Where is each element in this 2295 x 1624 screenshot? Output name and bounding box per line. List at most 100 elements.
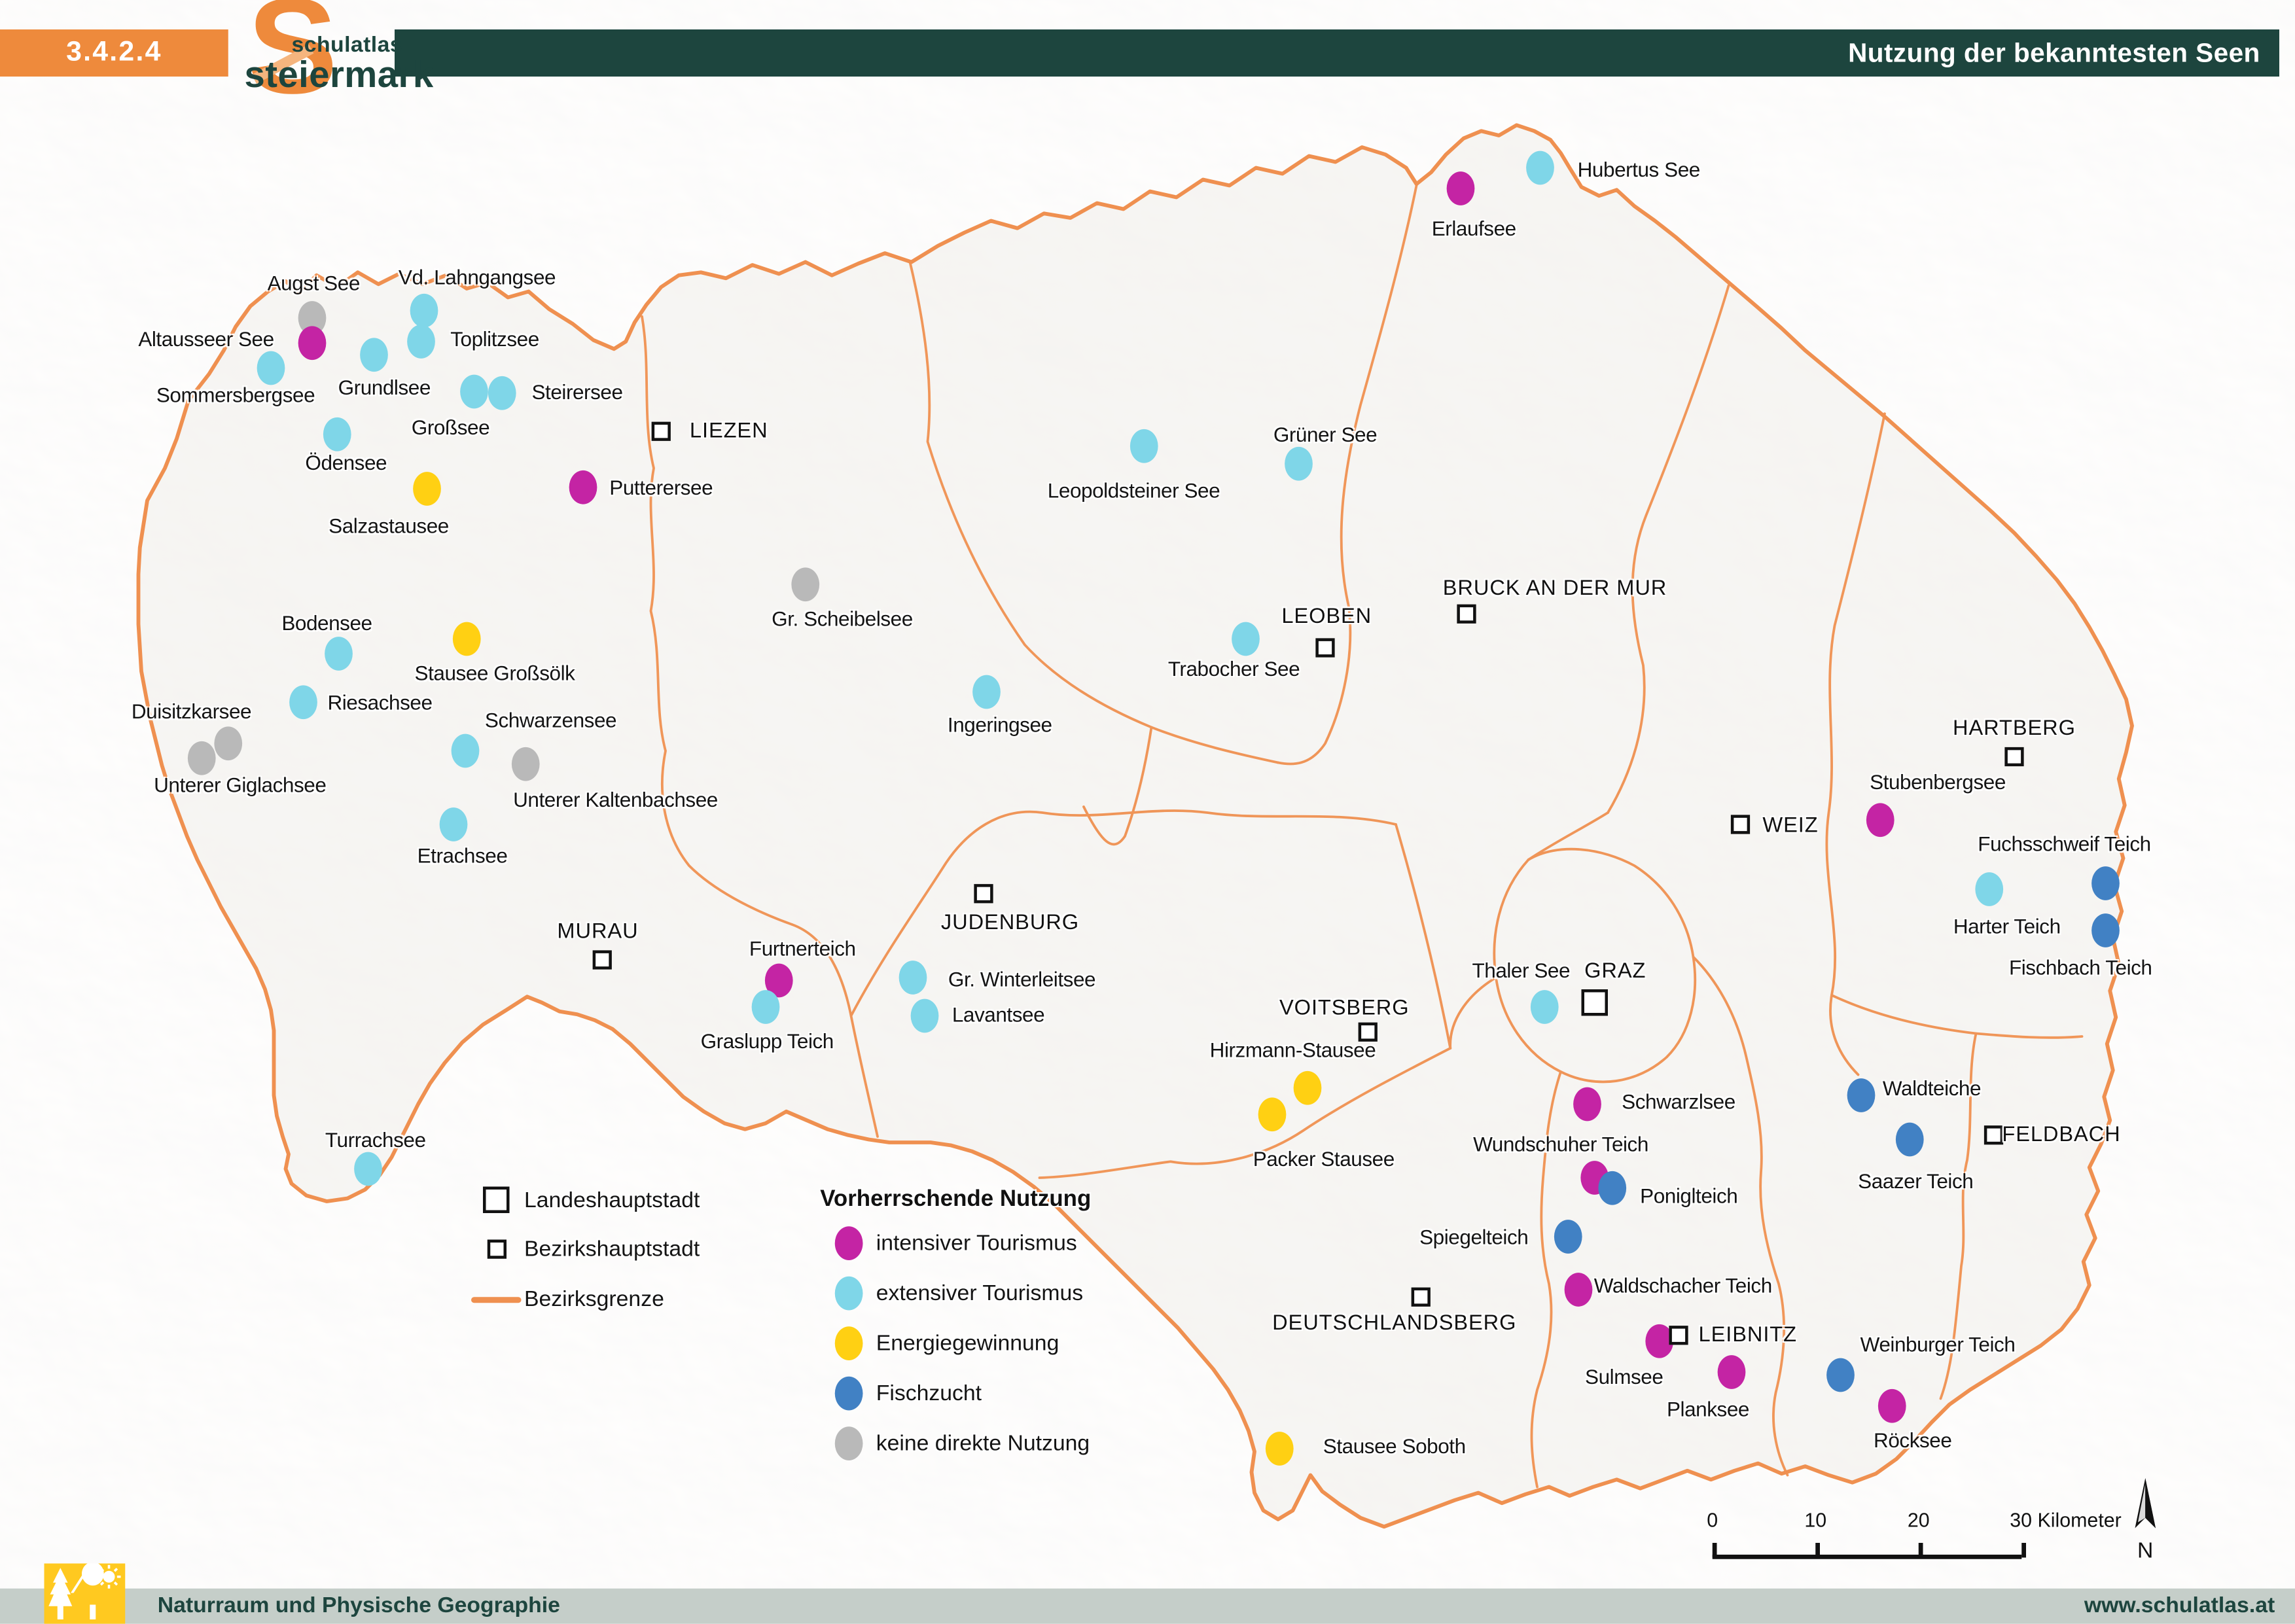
lake-dot-keine[interactable]: [214, 726, 242, 760]
lake-label: Stubenbergsee: [1870, 770, 2006, 794]
lake-dot-extensiv[interactable]: [1285, 447, 1313, 481]
lake-dot-extensiv[interactable]: [360, 338, 388, 372]
scale-bar-line: [1713, 1555, 2022, 1559]
lake-dot-extensiv[interactable]: [289, 685, 317, 719]
lake-dot-extensiv[interactable]: [323, 417, 351, 451]
scale-bar-tick: [1815, 1543, 1819, 1558]
lake-label: Grüner See: [1273, 423, 1377, 446]
legend-item-label: Bezirksgrenze: [524, 1287, 664, 1312]
lake-label: Turrachsee: [325, 1128, 426, 1152]
lake-label: Salzastausee: [329, 514, 449, 537]
lake-label: Poniglteich: [1640, 1184, 1737, 1207]
lake-label: Sulmsee: [1585, 1365, 1663, 1388]
lake-label: Lavantsee: [952, 1002, 1044, 1026]
lake-label: Ödensee: [305, 451, 387, 474]
lake-dot-keine[interactable]: [512, 747, 540, 781]
lake-dot-fisch[interactable]: [1554, 1220, 1582, 1254]
lake-dot-extensiv[interactable]: [325, 637, 353, 671]
atlas-page: 3.4.2.4 Nutzung der bekanntesten Seen S …: [0, 0, 2295, 1624]
lake-dot-energie[interactable]: [1258, 1097, 1287, 1131]
lake-dot-extensiv[interactable]: [1531, 990, 1559, 1024]
lake-label: Stausee Soboth: [1323, 1434, 1466, 1458]
lake-dot-extensiv[interactable]: [911, 999, 939, 1033]
lake-dot-fisch[interactable]: [1896, 1123, 1924, 1157]
lake-dot-extensiv[interactable]: [460, 375, 488, 409]
lake-dot-intensiv[interactable]: [298, 326, 327, 360]
lake-dot-intensiv[interactable]: [569, 470, 597, 504]
lake-label: Vd. Lahngangsee: [399, 265, 556, 289]
city-label: LEIBNITZ: [1699, 1324, 1797, 1347]
lake-dot-keine[interactable]: [791, 567, 819, 601]
lake-dot-extensiv[interactable]: [899, 961, 927, 995]
lake-dot-extensiv[interactable]: [1232, 622, 1260, 656]
lake-dot-intensiv[interactable]: [1447, 171, 1475, 205]
legend-city-item: Landeshauptstadt: [469, 1187, 700, 1214]
lake-dot-intensiv[interactable]: [1866, 803, 1895, 837]
lake-label: Sommersbergsee: [156, 383, 315, 406]
usage-dot-icon: [820, 1277, 876, 1311]
lake-label: Röcksee: [1874, 1428, 1951, 1452]
lake-label: Hubertus See: [1578, 158, 1700, 181]
lake-label: Steirersee: [531, 380, 622, 404]
usage-dot-icon: [820, 1377, 876, 1411]
lake-dot-extensiv[interactable]: [407, 325, 435, 359]
lake-dot-extensiv[interactable]: [452, 734, 480, 768]
lake-dot-energie[interactable]: [1266, 1432, 1294, 1466]
lake-dot-intensiv[interactable]: [1878, 1389, 1906, 1423]
legend-item-label: Bezirkshauptstadt: [524, 1237, 700, 1262]
district-border-line-icon: [469, 1296, 525, 1302]
lake-label: Unterer Giglachsee: [154, 773, 326, 796]
legend-usage-item: intensiver Tourismus: [820, 1226, 1077, 1260]
lake-label: Altausseer See: [138, 327, 274, 351]
lake-dot-extensiv[interactable]: [1526, 151, 1554, 185]
lake-dot-energie[interactable]: [413, 472, 441, 506]
lake-dot-extensiv[interactable]: [257, 351, 285, 385]
lake-label: Packer Stausee: [1253, 1147, 1395, 1171]
scale-bar-label: 30 Kilometer: [2010, 1509, 2122, 1531]
lake-label: Furtnerteich: [749, 936, 856, 960]
lake-label: Putterersee: [609, 476, 713, 499]
district-capital-square: [1984, 1125, 2003, 1144]
lake-label: Stausee Großsölk: [415, 661, 575, 684]
scale-bar-tick: [1713, 1543, 1717, 1558]
lake-dot-keine[interactable]: [188, 741, 216, 775]
lake-label: Spiegelteich: [1419, 1225, 1528, 1248]
district-capital-square: [1457, 605, 1476, 624]
lake-dot-extensiv[interactable]: [440, 807, 468, 841]
footer-website-link[interactable]: www.schulatlas.at: [2084, 1593, 2275, 1618]
lake-dot-energie[interactable]: [453, 622, 481, 656]
legend-item-label: Fischzucht: [876, 1381, 982, 1406]
legend-usage-item: keine direkte Nutzung: [820, 1426, 1090, 1460]
lake-dot-extensiv[interactable]: [972, 675, 1001, 709]
header-bar: Nutzung der bekanntesten Seen: [395, 29, 2279, 77]
legend-item-label: intensiver Tourismus: [876, 1231, 1077, 1256]
north-arrow: N: [2132, 1478, 2159, 1564]
lake-dot-intensiv[interactable]: [1718, 1355, 1746, 1389]
lake-dot-fisch[interactable]: [2091, 913, 2120, 947]
lake-dot-fisch[interactable]: [1598, 1171, 1626, 1205]
lake-dot-extensiv[interactable]: [488, 376, 516, 410]
lake-label: Ingeringsee: [948, 713, 1052, 736]
lake-dot-fisch[interactable]: [1847, 1078, 1876, 1112]
lake-dot-extensiv[interactable]: [1975, 872, 2003, 906]
lake-dot-intensiv[interactable]: [1573, 1087, 1601, 1121]
lake-dot-extensiv[interactable]: [354, 1152, 382, 1186]
lake-label: Schwarzlsee: [1622, 1089, 1735, 1113]
district-capital-square: [1731, 815, 1750, 834]
lake-dot-extensiv[interactable]: [752, 990, 780, 1024]
capital-square: [1582, 989, 1609, 1016]
lake-dot-extensiv[interactable]: [410, 294, 438, 328]
legend-usage-item: Energiegewinnung: [820, 1326, 1059, 1360]
lake-dot-fisch[interactable]: [1826, 1358, 1855, 1392]
lake-label: Harter Teich: [1953, 914, 2061, 938]
small-city-square-icon: [469, 1240, 525, 1259]
lake-dot-extensiv[interactable]: [1130, 429, 1158, 463]
district-capital-square: [2004, 747, 2023, 766]
district-capital-square: [1669, 1326, 1688, 1345]
legend-item-label: Energiegewinnung: [876, 1331, 1059, 1356]
city-label: JUDENBURG: [941, 911, 1079, 935]
lake-dot-intensiv[interactable]: [1565, 1273, 1593, 1307]
lake-dot-fisch[interactable]: [2091, 866, 2120, 900]
large-city-square-icon: [469, 1187, 525, 1214]
lake-dot-energie[interactable]: [1294, 1071, 1322, 1105]
